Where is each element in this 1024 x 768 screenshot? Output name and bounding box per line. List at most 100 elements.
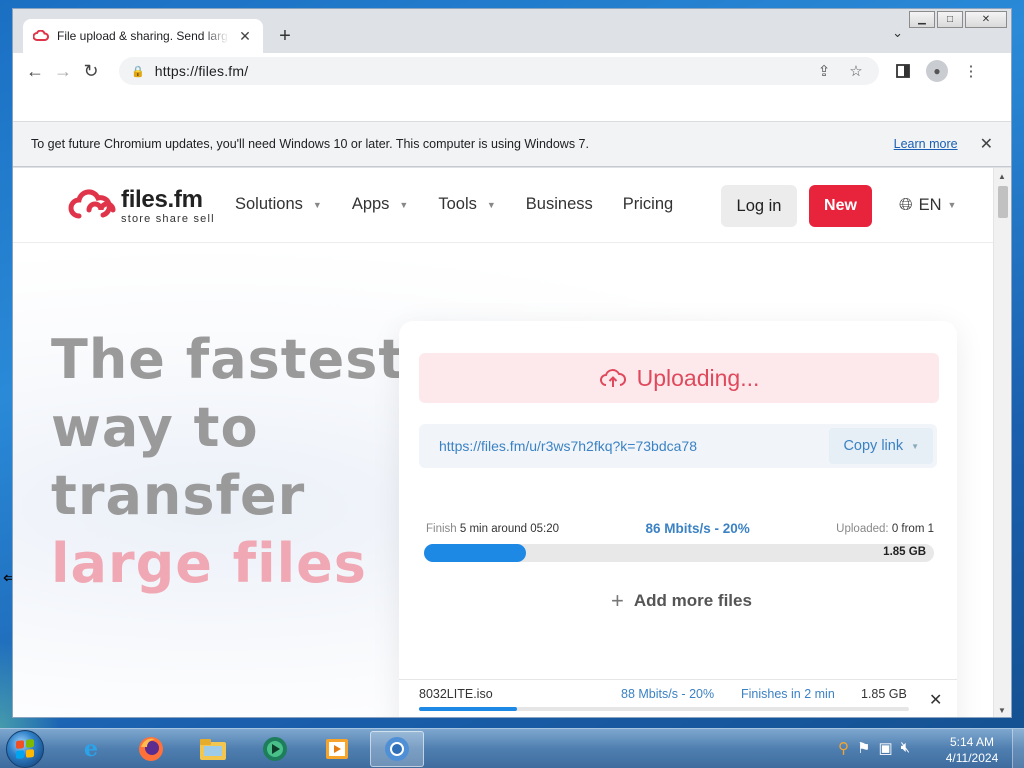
page-scrollbar[interactable]: ▲ ▼	[993, 168, 1011, 717]
action-center-flag-icon[interactable]: ⚑	[857, 739, 870, 757]
search-tray-icon[interactable]: ⚲	[838, 739, 849, 757]
windows-explorer-icon[interactable]	[186, 731, 240, 767]
share-link-box: https://files.fm/u/r3ws7h2fkq?k=73bdca78…	[419, 424, 937, 468]
new-tab-button[interactable]: +	[273, 25, 297, 49]
file-speed: 88 Mbits/s - 20%	[621, 687, 715, 701]
infobar-close-icon[interactable]: ✕	[980, 134, 993, 154]
volume-muted-icon[interactable]: 🔇︎	[901, 739, 910, 757]
caret-down-icon: ▼	[911, 441, 919, 451]
forward-button[interactable]: →	[49, 57, 77, 85]
copy-link-button[interactable]: Copy link ▼	[829, 428, 933, 464]
finish-value: 5 min around 05:20	[459, 522, 559, 535]
copy-link-label: Copy link	[843, 438, 904, 454]
uploading-status: Uploading...	[419, 353, 939, 403]
tab-search-chevron-icon[interactable]: ⌄	[892, 25, 903, 41]
caret-down-icon: ▼	[399, 199, 409, 210]
new-button[interactable]: New	[809, 185, 872, 227]
infobar-message: To get future Chromium updates, you'll n…	[31, 137, 589, 151]
nav-label: Pricing	[622, 195, 674, 213]
caret-down-icon: ▼	[486, 199, 496, 210]
nav-pricing[interactable]: Pricing	[623, 195, 673, 214]
toolbar-right: ● ⋮	[889, 57, 985, 85]
upload-progress-bar: 1.85 GB	[424, 544, 934, 562]
share-link-url[interactable]: https://files.fm/u/r3ws7h2fkq?k=73bdca78	[439, 438, 829, 454]
bookmark-star-icon[interactable]: ☆	[845, 62, 867, 80]
hero-line: The fastest	[51, 328, 406, 391]
tab-files-fm[interactable]: File upload & sharing. Send large files …	[23, 19, 263, 53]
show-desktop-button[interactable]	[1012, 729, 1024, 768]
side-panel-icon[interactable]	[889, 57, 917, 85]
nav-apps[interactable]: Apps ▼	[352, 195, 409, 214]
login-button[interactable]: Log in	[721, 185, 797, 227]
uploading-label: Uploading...	[636, 364, 760, 391]
address-bar[interactable]: 🔒 https://files.fm/ ⇪ ☆	[119, 57, 879, 85]
profile-button[interactable]: ●	[923, 57, 951, 85]
minimize-button[interactable]: ▁	[909, 11, 935, 28]
language-selector[interactable]: 🌐︎ EN ▼	[899, 195, 956, 215]
taskbar-clock[interactable]: 5:14 AM 4/11/2024	[940, 734, 1004, 766]
file-size: 1.85 GB	[861, 687, 907, 701]
toolbar-spacer	[13, 89, 1011, 121]
windows-flag-icon	[16, 739, 34, 759]
finish-label: Finish	[426, 522, 457, 535]
uploaded-count: Uploaded: 0 from 1	[836, 523, 934, 535]
tab-strip: File upload & sharing. Send large files …	[13, 9, 1011, 53]
remove-file-close-icon[interactable]: ✕	[929, 690, 942, 710]
total-size: 1.85 GB	[883, 546, 926, 558]
clock-date: 4/11/2024	[945, 751, 999, 765]
language-label: EN	[918, 195, 942, 214]
file-name: 8032LITE.iso	[419, 687, 493, 701]
scroll-thumb[interactable]	[998, 186, 1008, 218]
window-close-button[interactable]: ✕	[965, 11, 1007, 28]
address-url[interactable]: https://files.fm/	[155, 63, 803, 79]
clock-time: 5:14 AM	[949, 735, 995, 749]
scroll-down-arrow-icon[interactable]: ▼	[998, 706, 1006, 715]
browser-menu-icon[interactable]: ⋮	[957, 57, 985, 85]
restore-icon: □	[946, 14, 954, 25]
chromium-icon[interactable]	[370, 731, 424, 767]
site-header: files.fm store share sell Solutions ▼ Ap…	[13, 168, 995, 243]
add-more-files-button[interactable]: + Add more files	[611, 588, 752, 614]
restore-button[interactable]: □	[937, 11, 963, 28]
firefox-icon[interactable]	[124, 731, 178, 767]
system-tray: ⚲ ⚑ ▣ 🔇︎	[838, 739, 910, 757]
nav-business[interactable]: Business	[526, 195, 593, 214]
lock-icon[interactable]: 🔒	[131, 65, 145, 78]
scroll-up-arrow-icon[interactable]: ▲	[998, 172, 1006, 181]
window-controls: ▁ □ ✕	[909, 11, 1007, 28]
tab-close-icon[interactable]: ✕	[237, 28, 253, 45]
nav-label: Apps	[351, 195, 390, 213]
media-center-icon[interactable]	[248, 731, 302, 767]
nav-tools[interactable]: Tools ▼	[438, 195, 495, 214]
upload-progress-meta: Finish 5 min around 05:20 86 Mbits/s - 2…	[426, 521, 934, 536]
reload-button[interactable]: ↻	[77, 57, 105, 85]
upload-card: Uploading... https://files.fm/u/r3ws7h2f…	[399, 321, 957, 717]
hero-line-accent: large files	[51, 532, 367, 595]
learn-more-link[interactable]: Learn more	[894, 137, 958, 151]
back-button[interactable]: ←	[21, 57, 49, 85]
browser-window: File upload & sharing. Send large files …	[12, 8, 1012, 718]
share-icon[interactable]: ⇪	[813, 62, 835, 80]
nav-solutions[interactable]: Solutions ▼	[235, 195, 322, 214]
minimize-icon: ▁	[918, 14, 926, 25]
file-progress-fill	[419, 707, 517, 711]
logo-tagline: store share sell	[121, 212, 215, 225]
internet-explorer-icon[interactable]: e	[64, 731, 118, 767]
network-icon[interactable]: ▣	[878, 739, 892, 757]
browser-toolbar: ← → ↻ 🔒 https://files.fm/ ⇪ ☆ ● ⋮	[13, 53, 1011, 89]
plus-icon: +	[611, 588, 624, 613]
nav-label: Tools	[438, 195, 477, 213]
logo-name: files.fm	[121, 185, 203, 213]
upload-progress-fill	[424, 544, 526, 562]
media-player-icon[interactable]	[310, 731, 364, 767]
hero-line: transfer	[51, 464, 306, 527]
windows-taskbar: e ⚲ ⚑ ▣ 🔇︎ 5:14 AM 4/11/2024	[0, 728, 1024, 768]
page-viewport: files.fm store share sell Solutions ▼ Ap…	[13, 168, 995, 717]
update-infobar: To get future Chromium updates, you'll n…	[13, 121, 1011, 167]
add-more-label: Add more files	[633, 591, 752, 610]
uploaded-label: Uploaded:	[836, 522, 889, 535]
uploaded-value: 0 from 1	[891, 522, 934, 535]
close-icon: ✕	[981, 14, 991, 25]
files-fm-logo[interactable]: files.fm store share sell	[67, 186, 215, 226]
start-button[interactable]	[6, 730, 44, 768]
